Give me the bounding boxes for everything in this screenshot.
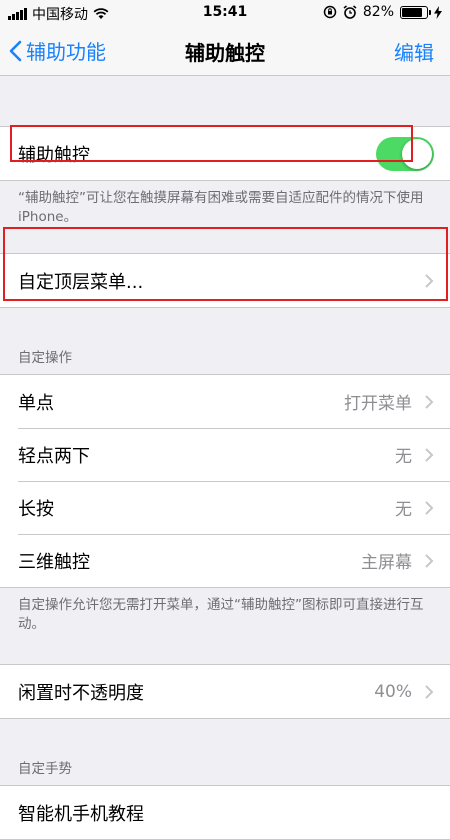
action-long-press-row[interactable]: 长按 无 (0, 481, 450, 534)
chevron-right-icon (425, 273, 434, 288)
custom-actions-footer: 自定操作允许您无需打开菜单，通过“辅助触控”图标即可直接进行互动。 (18, 597, 424, 632)
action-value: 无 (395, 500, 412, 520)
customize-top-menu-row[interactable]: 自定顶层菜单... (0, 254, 450, 307)
battery-percent: 82% (362, 4, 394, 20)
action-value: 打开菜单 (344, 394, 412, 414)
action-double-tap-row[interactable]: 轻点两下 无 (0, 428, 450, 481)
assistive-touch-row[interactable]: 辅助触控 (0, 127, 450, 180)
action-single-tap-row[interactable]: 单点 打开菜单 (0, 375, 450, 428)
action-label: 轻点两下 (18, 445, 90, 467)
battery-icon (400, 5, 431, 19)
status-bar: 中国移动 15:41 82% (0, 0, 450, 26)
custom-gesture-label: 智能机手机教程 (18, 803, 144, 825)
assistive-touch-toggle[interactable] (376, 136, 434, 171)
custom-gestures-group: 智能机手机教程 (0, 785, 450, 840)
customize-menu-group: 自定顶层菜单... (0, 253, 450, 308)
idle-opacity-group: 闲置时不透明度 40% (0, 664, 450, 719)
action-value: 主屏幕 (361, 553, 412, 573)
action-label: 长按 (18, 498, 54, 520)
assistive-touch-label: 辅助触控 (18, 144, 90, 166)
assistive-touch-description: “辅助触控”可让您在触摸屏幕有困难或需要自适应配件的情况下使用 iPhone。 (18, 190, 424, 225)
custom-gesture-row[interactable]: 智能机手机教程 (0, 786, 450, 839)
assistive-touch-group: 辅助触控 (0, 126, 450, 181)
settings-list: 辅助触控 “辅助触控”可让您在触摸屏幕有困难或需要自适应配件的情况下使用 iPh… (0, 76, 450, 840)
idle-opacity-row[interactable]: 闲置时不透明度 40% (0, 665, 450, 718)
chevron-right-icon (425, 553, 434, 568)
action-label: 三维触控 (18, 551, 90, 573)
idle-opacity-label: 闲置时不透明度 (18, 682, 144, 704)
orientation-lock-icon (323, 5, 337, 19)
action-3d-touch-row[interactable]: 三维触控 主屏幕 (0, 534, 450, 587)
chevron-right-icon (425, 684, 434, 699)
idle-opacity-value: 40% (374, 681, 412, 702)
customize-top-menu-label: 自定顶层菜单... (18, 271, 144, 293)
chevron-right-icon (425, 500, 434, 515)
navigation-bar: 辅助功能 辅助触控 编辑 (0, 26, 450, 76)
page-title: 辅助触控 (185, 41, 265, 65)
edit-button[interactable]: 编辑 (394, 37, 434, 66)
custom-gestures-header: 自定手势 (18, 761, 72, 777)
chevron-right-icon (425, 447, 434, 462)
chevron-right-icon (425, 394, 434, 409)
charging-icon (434, 5, 442, 19)
action-label: 单点 (18, 392, 54, 414)
action-value: 无 (395, 447, 412, 467)
custom-actions-header: 自定操作 (18, 350, 72, 366)
alarm-icon (343, 5, 357, 19)
custom-actions-group: 单点 打开菜单 轻点两下 无 长按 无 三维触控 主屏幕 (0, 374, 450, 588)
